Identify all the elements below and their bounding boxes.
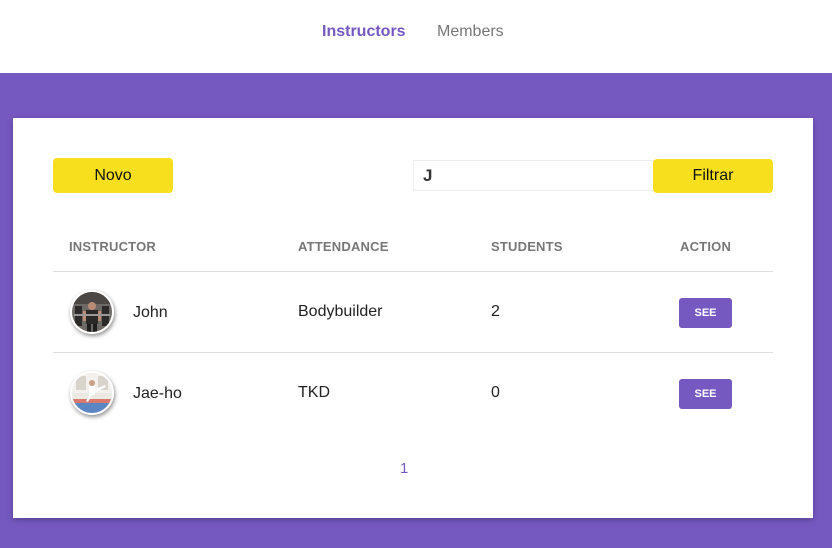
instructor-name: Jae-ho: [133, 385, 182, 402]
students-count: 2: [491, 303, 500, 320]
avatar: [70, 290, 114, 334]
instructor-name: John: [133, 304, 168, 321]
column-header-action: ACTION: [680, 239, 732, 254]
search-input[interactable]: [413, 160, 655, 191]
avatar: [70, 371, 114, 415]
see-button[interactable]: SEE: [679, 379, 732, 409]
taekwondo-photo-icon: [72, 373, 112, 413]
filter-button[interactable]: Filtrar: [653, 159, 773, 193]
students-count: 0: [491, 384, 500, 401]
see-button[interactable]: SEE: [679, 298, 732, 328]
top-navbar: Instructors Members: [0, 0, 832, 73]
nav-link-instructors[interactable]: Instructors: [322, 22, 406, 42]
nav-link-members[interactable]: Members: [437, 22, 504, 42]
row-divider: [53, 271, 773, 272]
gym-photo-icon: [72, 292, 112, 332]
attendance-cell: Bodybuilder: [298, 303, 383, 320]
row-divider: [53, 352, 773, 353]
attendance-cell: TKD: [298, 384, 330, 401]
column-header-instructor: INSTRUCTOR: [69, 239, 156, 254]
instructors-card: Novo Filtrar INSTRUCTOR ATTENDANCE STUDE…: [13, 118, 813, 518]
new-instructor-button[interactable]: Novo: [53, 158, 173, 193]
column-header-attendance: ATTENDANCE: [298, 239, 389, 254]
column-header-students: STUDENTS: [491, 239, 563, 254]
pagination-page-1[interactable]: 1: [400, 460, 408, 477]
